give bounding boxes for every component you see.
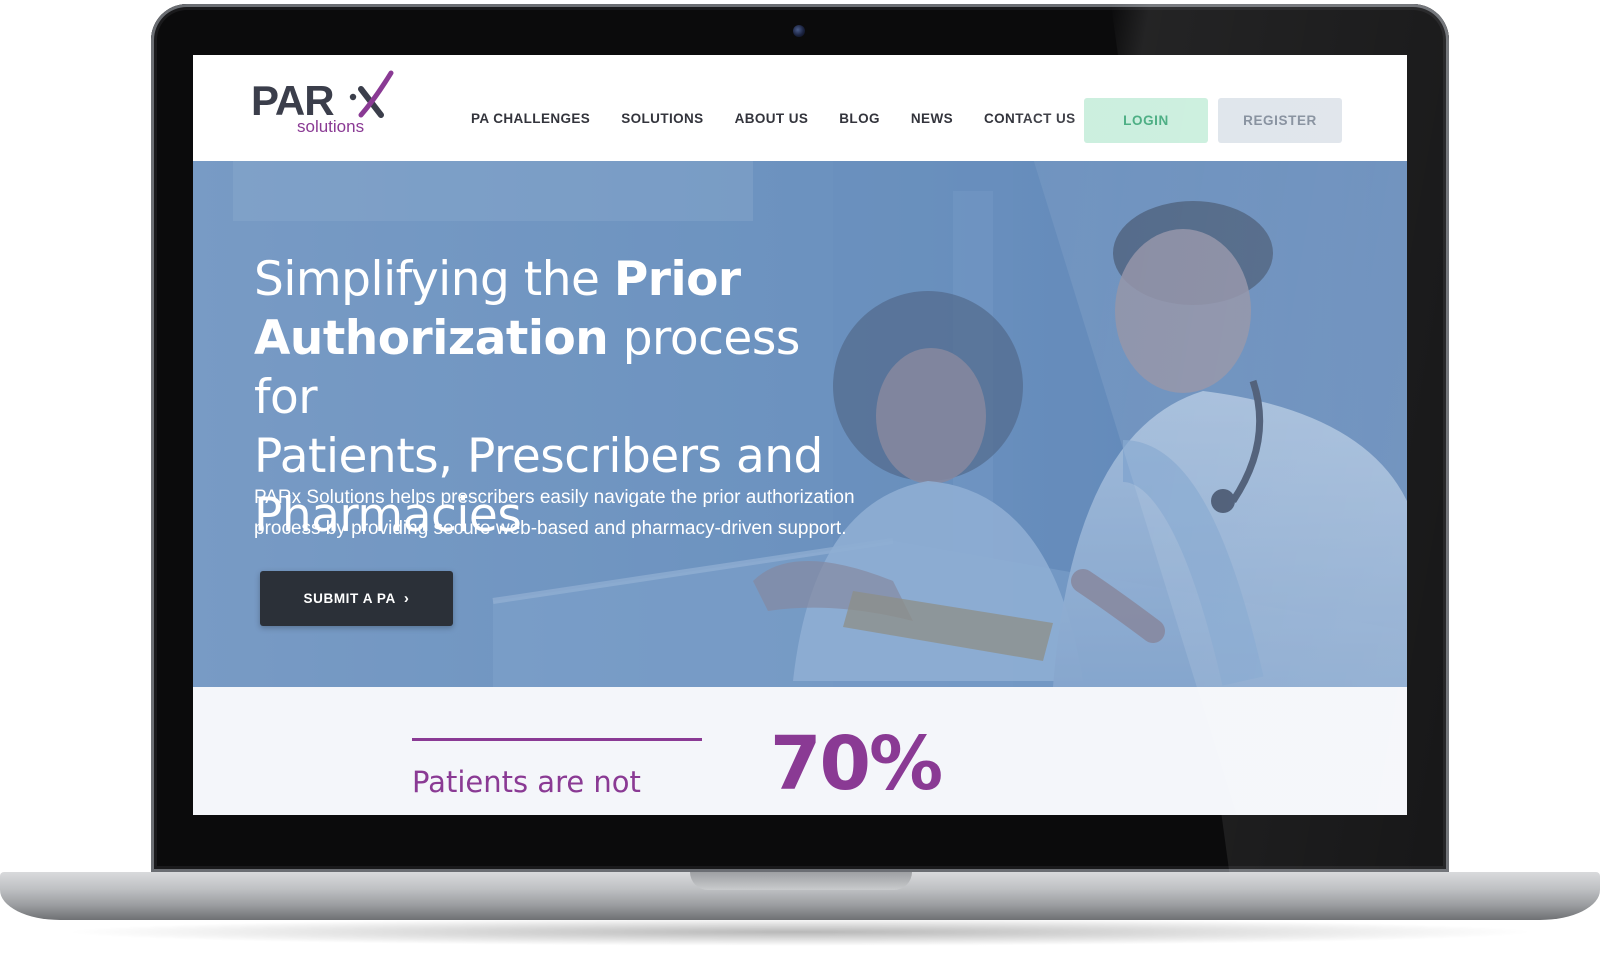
stat-value: 70% — [770, 721, 943, 807]
nav-item-solutions[interactable]: SOLUTIONS — [621, 111, 703, 126]
hero-section: Simplifying the Prior Authorization proc… — [193, 161, 1407, 687]
main-nav: PA CHALLENGES SOLUTIONS ABOUT US BLOG NE… — [471, 111, 1107, 126]
logo-tagline: solutions — [297, 117, 365, 136]
nav-item-news[interactable]: NEWS — [911, 111, 953, 126]
parx-logo[interactable]: PAR solutions — [251, 69, 401, 141]
stats-section: Patients are not 70% — [193, 687, 1407, 815]
nav-item-pa-challenges[interactable]: PA CHALLENGES — [471, 111, 590, 126]
register-button[interactable]: REGISTER — [1218, 98, 1342, 143]
nav-item-blog[interactable]: BLOG — [839, 111, 880, 126]
nav-item-contact-us[interactable]: CONTACT US — [984, 111, 1076, 126]
nav-item-about-us[interactable]: ABOUT US — [735, 111, 809, 126]
hero-description-line2: process by providing secure web-based an… — [254, 518, 847, 539]
laptop-shadow — [60, 918, 1540, 946]
stat-divider — [412, 738, 702, 741]
login-button[interactable]: LOGIN — [1084, 98, 1208, 143]
submit-pa-label: SUBMIT A PA — [303, 591, 396, 606]
hero-heading-emphasis-2: Authorization — [254, 311, 609, 367]
hero-description: PARx Solutions helps prescribers easily … — [254, 482, 914, 544]
hero-description-line1: PARx Solutions helps prescribers easily … — [254, 487, 855, 508]
site-header: PAR solutions PA CHALLENGES SOLUTIONS AB… — [193, 55, 1407, 161]
submit-pa-button[interactable]: SUBMIT A PA › — [260, 571, 453, 626]
hero-heading-line1: Simplifying the — [254, 252, 614, 308]
webcam-icon — [793, 25, 805, 37]
logo-x-icon — [349, 70, 394, 118]
hero-heading-line3: Patients, Prescribers and — [254, 429, 823, 485]
hero-heading-emphasis-1: Prior — [613, 252, 741, 308]
laptop-notch — [690, 872, 912, 890]
browser-screen: PAR solutions PA CHALLENGES SOLUTIONS AB… — [193, 55, 1407, 815]
stat-caption: Patients are not — [412, 765, 641, 799]
chevron-right-icon: › — [403, 590, 410, 607]
